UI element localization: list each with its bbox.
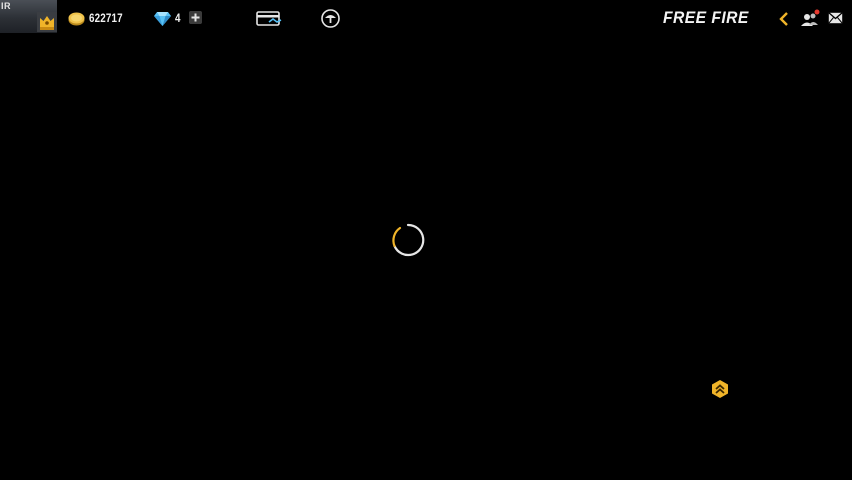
rank-up-icon[interactable] <box>710 379 730 399</box>
diamond-count: 4 <box>175 11 181 25</box>
diamond-counter[interactable]: 4 <box>153 9 182 27</box>
mail-icon[interactable] <box>828 12 843 24</box>
back-chevron-icon[interactable] <box>778 11 790 27</box>
coin-count: 622717 <box>89 11 123 25</box>
game-screen: IR 622717 4 FREE FIRE <box>0 0 852 480</box>
friends-icon[interactable] <box>800 9 820 27</box>
kiosk-icon[interactable] <box>321 9 340 28</box>
player-avatar[interactable]: IR <box>0 0 57 33</box>
coin-counter[interactable]: 622717 <box>67 9 130 27</box>
rank-badge-icon <box>37 12 57 32</box>
card-icon[interactable] <box>256 10 282 27</box>
loading-spinner-icon <box>392 223 425 257</box>
avatar-label: IR <box>1 1 11 11</box>
top-bar: IR 622717 4 FREE FIRE <box>0 0 852 36</box>
game-logo: FREE FIRE <box>663 8 749 27</box>
diamond-icon <box>154 11 171 26</box>
coin-icon <box>68 12 85 25</box>
plus-icon[interactable] <box>189 11 202 24</box>
